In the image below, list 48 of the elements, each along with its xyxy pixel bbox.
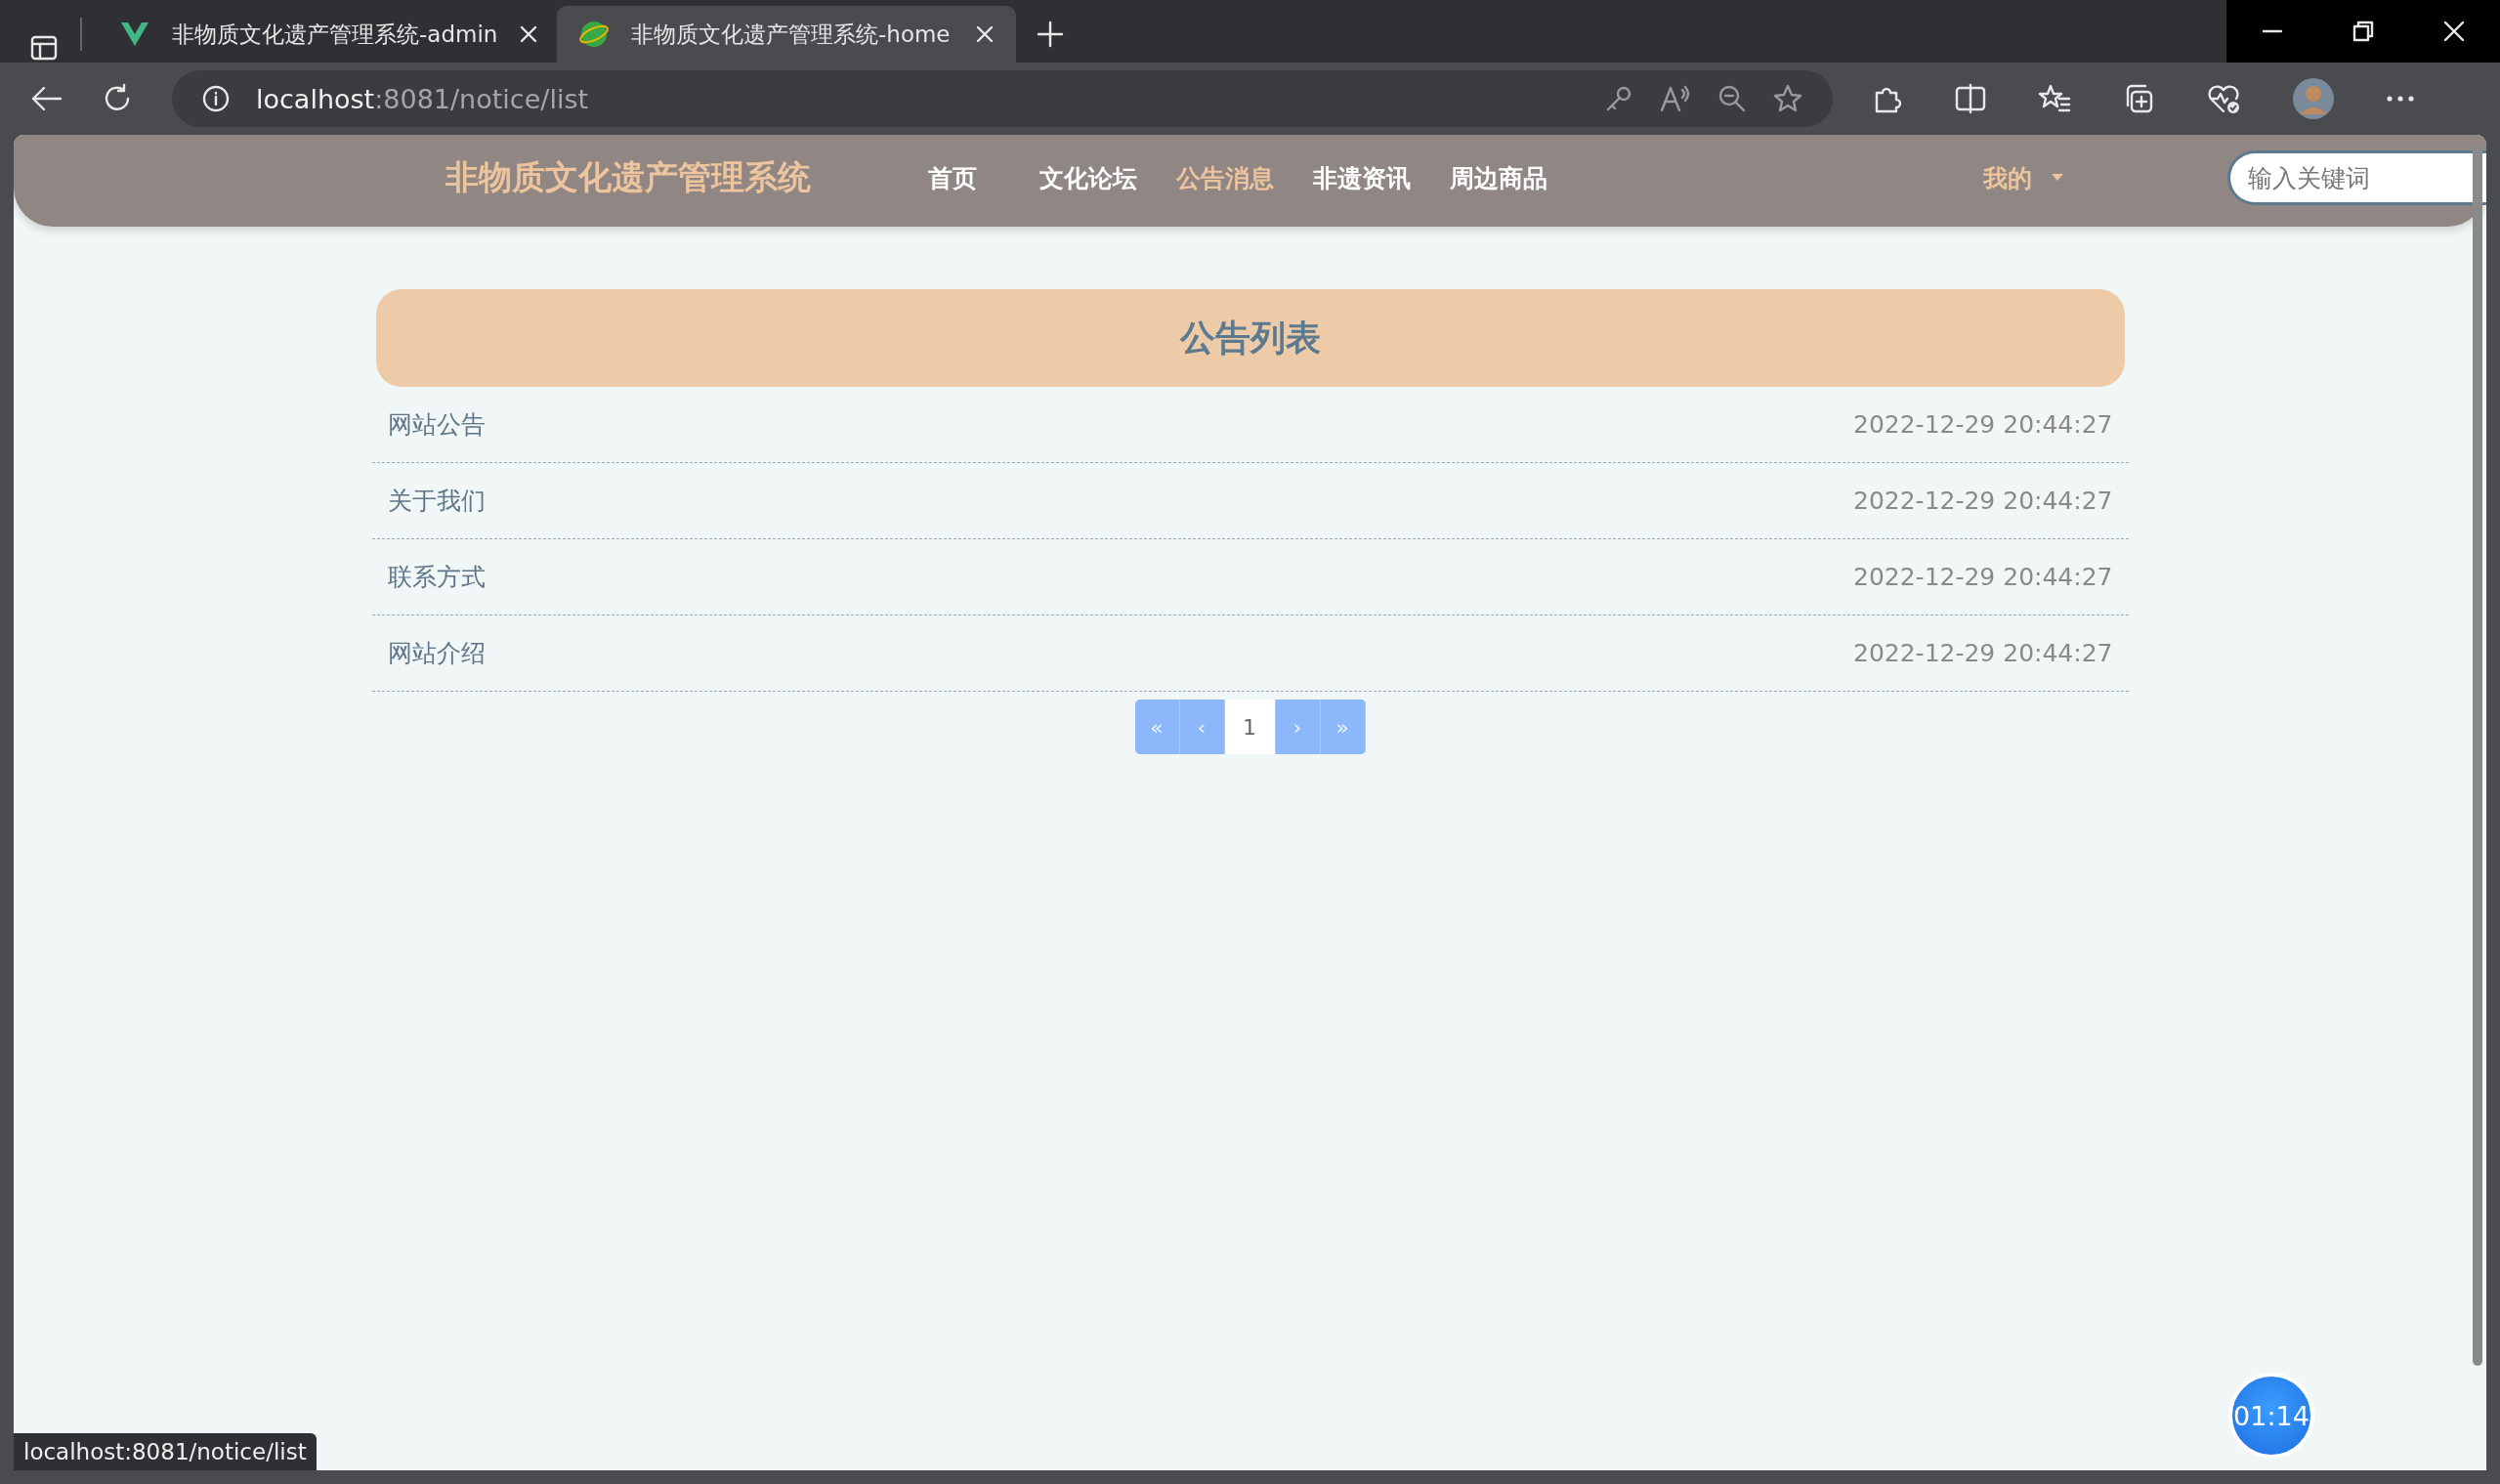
close-icon[interactable] [519, 24, 539, 44]
notice-title[interactable]: 关于我们 [387, 485, 486, 517]
notice-date: 2022-12-29 20:44:27 [1853, 639, 2113, 667]
last-page-button[interactable]: » [1320, 700, 1366, 754]
site-title: 非物质文化遗产管理系统 [445, 156, 811, 198]
caret-icon [2052, 174, 2063, 182]
v-logo-icon [119, 21, 150, 48]
restore-icon[interactable] [2352, 20, 2375, 43]
avatar-icon[interactable] [2292, 77, 2335, 120]
more-icon[interactable] [2386, 94, 2415, 104]
address-bar[interactable]: localhost:8081/notice/list [172, 70, 1833, 127]
read-aloud-icon[interactable] [1659, 84, 1692, 113]
browser-tab[interactable]: 非物质文化遗产管理系统-admin [98, 6, 557, 63]
recording-timer: 01:14 [2228, 1373, 2314, 1459]
user-menu[interactable]: 我的 [1977, 160, 2069, 195]
key-icon[interactable] [1604, 84, 1633, 113]
first-page-button[interactable]: « [1134, 700, 1180, 754]
favorites-icon[interactable] [2038, 83, 2071, 114]
scrollbar[interactable] [2473, 145, 2482, 1366]
nav-link[interactable]: 公告消息 [1157, 161, 1293, 194]
search-field[interactable]: 输入关键词 [2227, 150, 2486, 205]
back-icon[interactable] [29, 84, 63, 113]
page-button[interactable]: 1 [1224, 700, 1276, 754]
previous-page-button[interactable]: ‹ [1179, 700, 1225, 754]
notice-date: 2022-12-29 20:44:27 [1853, 410, 2113, 439]
star-icon[interactable] [1772, 83, 1803, 114]
list-title: 公告列表 [1179, 316, 1321, 360]
info-icon[interactable] [201, 84, 231, 113]
notice-date: 2022-12-29 20:44:27 [1853, 563, 2113, 591]
e-logo-icon [578, 19, 610, 50]
notice-title[interactable]: 网站介绍 [387, 637, 486, 669]
notice-title[interactable]: 联系方式 [387, 561, 486, 593]
nav-link[interactable]: 周边商品 [1430, 161, 1567, 194]
new-tab-icon[interactable] [1036, 20, 1065, 49]
close-icon[interactable] [2442, 20, 2467, 43]
link-preview: localhost:8081/notice/list [14, 1433, 317, 1470]
notice-date: 2022-12-29 20:44:27 [1853, 487, 2113, 515]
notice-title[interactable]: 网站公告 [387, 408, 486, 441]
nav-link[interactable]: 首页 [909, 161, 1020, 194]
sidebar-icon[interactable] [29, 33, 59, 63]
heart-check-icon[interactable] [2206, 82, 2241, 115]
nav-link[interactable]: 文化论坛 [1020, 161, 1157, 194]
split-screen-icon[interactable] [1954, 83, 1987, 114]
zoom-out-icon[interactable] [1717, 84, 1747, 113]
next-page-button[interactable]: › [1275, 700, 1321, 754]
nav-link[interactable]: 非遗资讯 [1293, 161, 1430, 194]
browser-tab[interactable]: 非物质文化遗产管理系统-home [557, 6, 1016, 63]
close-icon[interactable] [975, 24, 995, 44]
